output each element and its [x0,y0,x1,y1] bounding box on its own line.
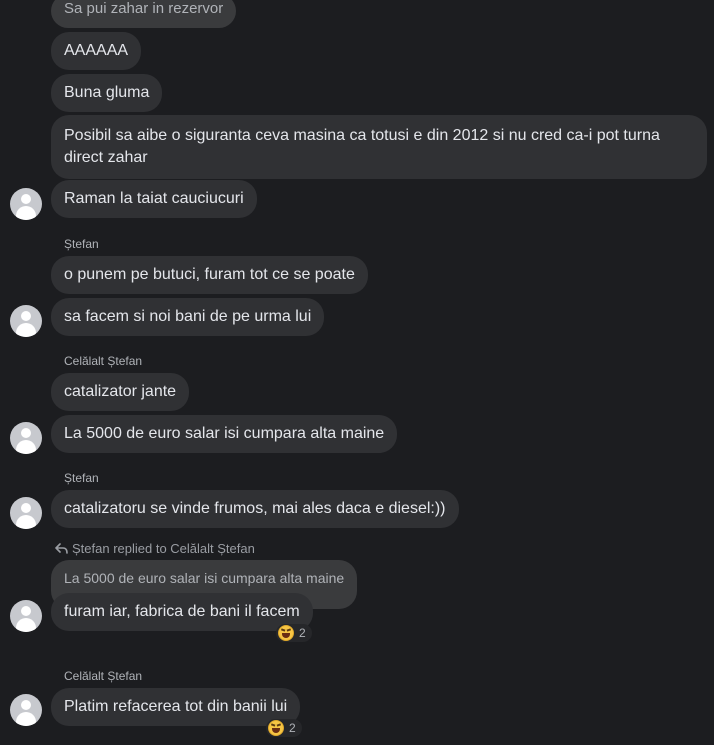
avatar[interactable] [10,497,42,529]
message-bubble[interactable]: Buna gluma [51,74,163,112]
message-bubble[interactable]: sa facem si noi bani de pe urma lui [51,298,325,336]
laughing-face-icon [278,625,294,641]
avatar[interactable] [10,422,42,454]
sender-name: Celălalt Ștefan [64,669,143,683]
sender-name: Celălalt Ștefan [64,354,143,368]
message-bubble[interactable]: Raman la taiat cauciucuri [51,180,257,218]
sender-name: Ștefan [64,471,99,485]
reaction-badge[interactable]: 2 [266,719,302,737]
reaction-count: 2 [289,721,296,735]
avatar[interactable] [10,188,42,220]
message-bubble[interactable]: catalizatoru se vinde frumos, mai ales d… [51,490,459,528]
message-bubble[interactable]: catalizator jante [51,373,190,411]
avatar[interactable] [10,694,42,726]
message-bubble[interactable]: o punem pe butuci, furam tot ce se poate [51,256,368,294]
message-bubble[interactable]: La 5000 de euro salar isi cumpara alta m… [51,415,398,453]
reply-indicator: Ștefan replied to Celălalt Ștefan [55,541,255,556]
reaction-badge[interactable]: 2 [276,624,312,642]
message-bubble[interactable]: furam iar, fabrica de bani il facem [51,593,313,631]
reply-arrow-icon [55,542,68,554]
reply-note-text: Ștefan replied to Celălalt Ștefan [72,541,255,556]
message-bubble[interactable]: AAAAAA [51,32,142,70]
message-bubble[interactable]: Posibil sa aibe o siguranta ceva masina … [51,115,707,179]
message-bubble-partial[interactable]: Sa pui zahar in rezervor [51,0,237,28]
sender-name: Ștefan [64,237,99,251]
message-bubble[interactable]: Platim refacerea tot din banii lui [51,688,301,726]
avatar[interactable] [10,305,42,337]
avatar[interactable] [10,600,42,632]
reaction-count: 2 [299,626,306,640]
laughing-face-icon [268,720,284,736]
